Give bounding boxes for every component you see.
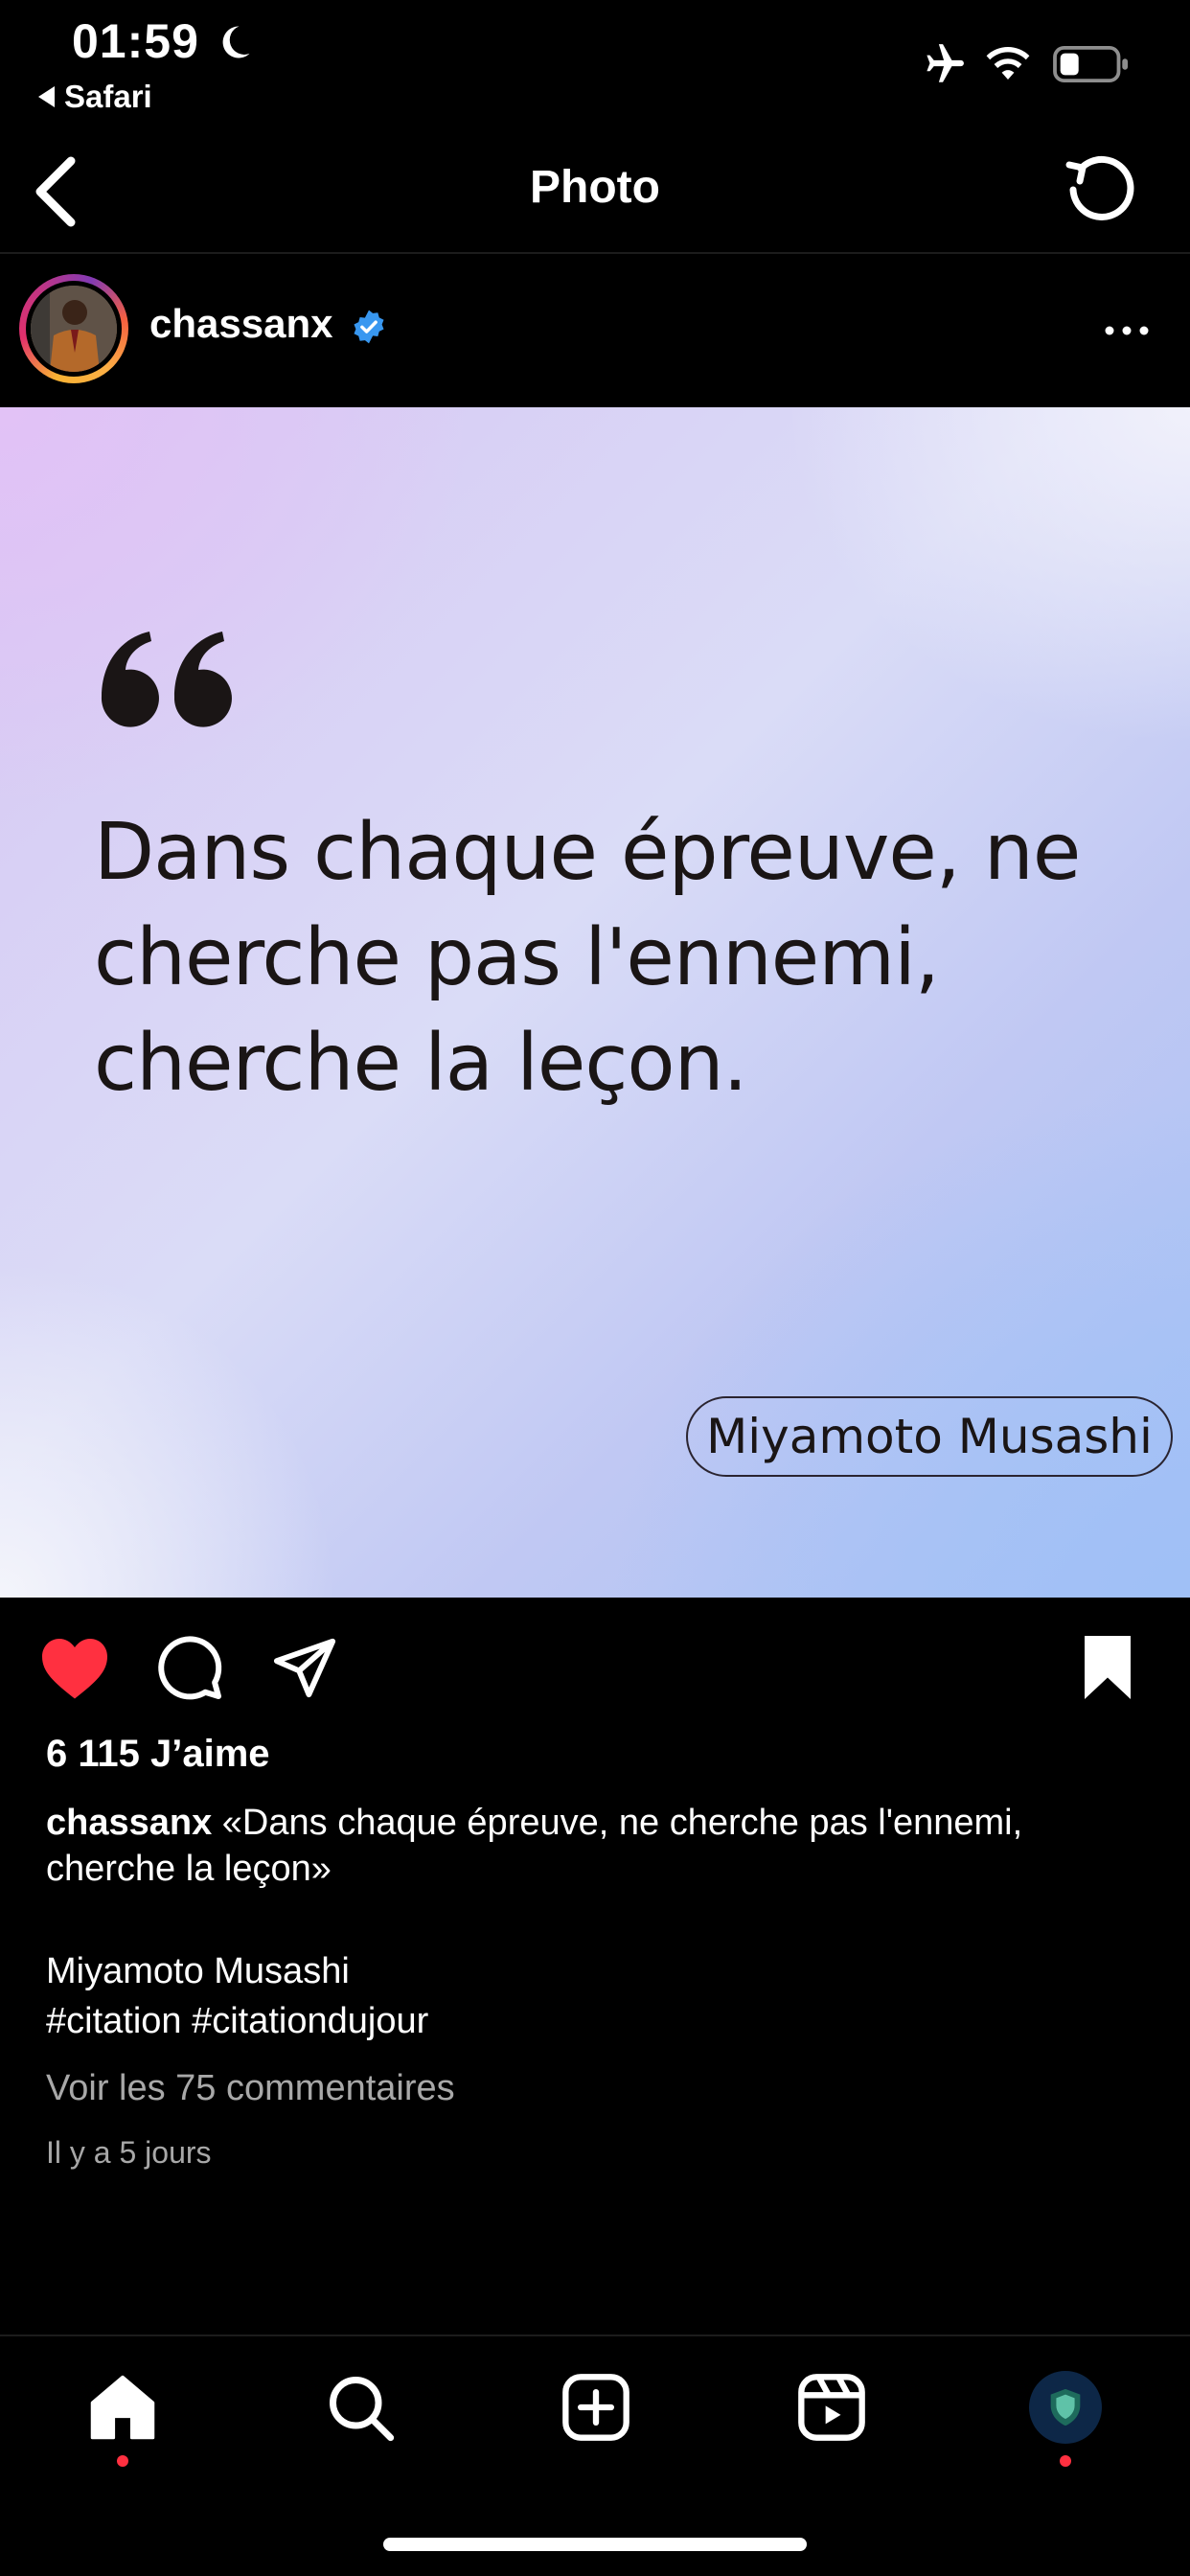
page-title: Photo xyxy=(530,162,660,213)
nav-divider xyxy=(0,2334,1190,2336)
refresh-icon[interactable] xyxy=(1062,151,1138,228)
wifi-icon xyxy=(986,47,1030,80)
bookmark-icon[interactable] xyxy=(1077,1633,1138,1702)
reels-icon[interactable] xyxy=(795,2371,868,2444)
profile-avatar[interactable] xyxy=(1029,2371,1102,2444)
post-caption: chassanx «Dans chaque épreuve, ne cherch… xyxy=(46,1800,1148,1892)
more-options-icon[interactable] xyxy=(1100,307,1154,355)
comment-icon[interactable] xyxy=(155,1633,224,1702)
shield-logo-icon xyxy=(1050,2388,1081,2426)
likes-count[interactable]: 6 115 J’aime xyxy=(46,1733,270,1776)
back-triangle-icon xyxy=(38,86,55,107)
caption-hashtags[interactable]: #citation #citationdujour xyxy=(46,2001,428,2042)
quote-text: Dans chaque épreuve, ne cherche pas l'en… xyxy=(94,807,1081,1109)
caption-author: Miyamoto Musashi xyxy=(46,1951,350,1991)
home-indicator[interactable] xyxy=(383,2538,807,2551)
post-image[interactable]: Dans chaque épreuve, ne cherche pas l'en… xyxy=(0,407,1190,1598)
post-username[interactable]: chassanx xyxy=(149,301,332,347)
home-notification-dot xyxy=(117,2455,128,2467)
moon-icon xyxy=(222,26,250,58)
airplane-icon xyxy=(927,44,964,82)
avatar-portrait xyxy=(31,286,117,372)
share-icon[interactable] xyxy=(270,1633,339,1700)
avatar[interactable] xyxy=(31,286,117,372)
post-timestamp: Il y a 5 jours xyxy=(46,2135,212,2170)
back-app-label: Safari xyxy=(64,79,152,114)
battery-icon xyxy=(1053,46,1128,82)
profile-notification-dot xyxy=(1060,2455,1071,2467)
back-to-app-button[interactable]: Safari xyxy=(38,79,152,115)
search-icon[interactable] xyxy=(324,2371,397,2444)
verified-badge-icon xyxy=(354,310,384,344)
home-icon[interactable] xyxy=(86,2371,159,2444)
caption-username[interactable]: chassanx xyxy=(46,1803,212,1843)
quote-mark-icon xyxy=(101,632,232,727)
heart-icon[interactable] xyxy=(38,1635,111,1700)
view-comments-link[interactable]: Voir les 75 commentaires xyxy=(46,2068,455,2109)
status-time: 01:59 xyxy=(72,14,199,68)
create-post-icon[interactable] xyxy=(560,2371,632,2444)
quote-author-pill: Miyamoto Musashi xyxy=(686,1396,1173,1477)
header-divider xyxy=(0,252,1190,254)
